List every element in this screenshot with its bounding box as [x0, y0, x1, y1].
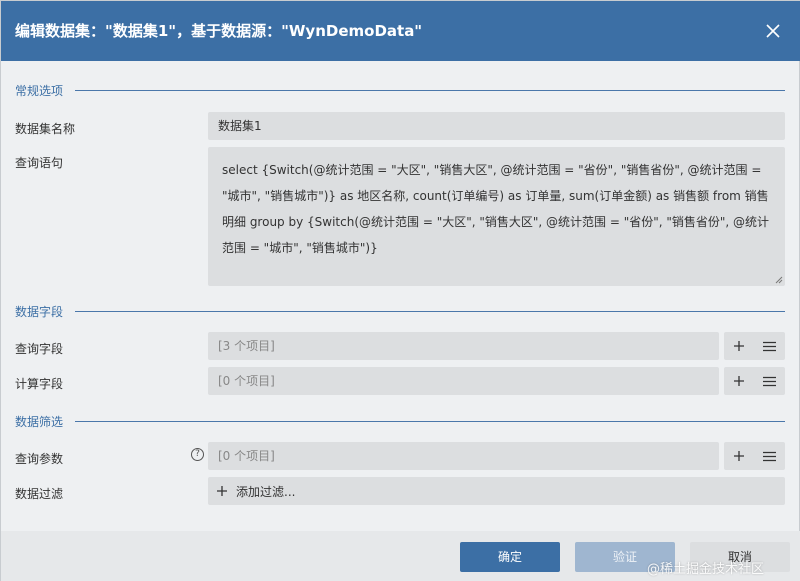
query-params-label: 查询参数: [15, 452, 64, 466]
edit-dataset-dialog: 编辑数据集："数据集1"，基于数据源："WynDemoData" 常规选项 数据…: [0, 0, 800, 581]
menu-icon: [762, 451, 776, 461]
filter-section-title: 数据筛选: [15, 414, 64, 429]
plus-icon: [734, 341, 744, 351]
calc-fields-menu-button[interactable]: [754, 367, 784, 395]
dialog-title: 编辑数据集："数据集1"，基于数据源："WynDemoData": [15, 22, 423, 40]
section-divider: [75, 420, 785, 422]
add-query-param-button[interactable]: [724, 442, 754, 470]
add-query-field-button[interactable]: [724, 332, 754, 360]
calc-fields-label: 计算字段: [15, 377, 64, 391]
fields-section-title: 数据字段: [15, 304, 64, 319]
ok-button[interactable]: 确定: [460, 542, 560, 572]
query-statement-text: select {Switch(@统计范围 = "大区", "销售大区", @统计…: [222, 163, 770, 255]
query-params-actions: [724, 442, 785, 470]
query-fields-list[interactable]: [3 个项目]: [208, 332, 719, 360]
query-fields-menu-button[interactable]: [754, 332, 784, 360]
close-button[interactable]: [763, 21, 783, 41]
plus-icon: [734, 451, 744, 461]
section-divider: [75, 310, 785, 312]
calc-fields-actions: [724, 367, 785, 395]
query-params-list[interactable]: [0 个项目]: [208, 442, 719, 470]
menu-icon: [762, 341, 776, 351]
add-calc-field-button[interactable]: [724, 367, 754, 395]
query-fields-label: 查询字段: [15, 342, 64, 356]
query-statement-label: 查询语句: [15, 156, 64, 170]
calc-fields-list[interactable]: [0 个项目]: [208, 367, 719, 395]
dataset-name-input[interactable]: 数据集1: [208, 112, 785, 140]
close-icon: [766, 24, 780, 38]
dialog-titlebar: 编辑数据集："数据集1"，基于数据源："WynDemoData": [1, 1, 800, 61]
filter-section-header: 数据筛选: [15, 413, 785, 429]
plus-icon: [217, 486, 227, 496]
dialog-footer: [1, 531, 800, 581]
dataset-name-label: 数据集名称: [15, 122, 76, 136]
menu-icon: [762, 376, 776, 386]
data-filter-label: 数据过滤: [15, 487, 64, 501]
add-filter-label: 添加过滤...: [236, 484, 296, 499]
general-section-header: 常规选项: [15, 82, 785, 98]
query-fields-actions: [724, 332, 785, 360]
fields-section-header: 数据字段: [15, 303, 785, 319]
cancel-button[interactable]: 取消: [690, 542, 790, 572]
add-filter-button[interactable]: 添加过滤...: [208, 477, 785, 505]
section-divider: [75, 89, 785, 91]
general-section-title: 常规选项: [15, 83, 64, 98]
query-params-menu-button[interactable]: [754, 442, 784, 470]
help-icon[interactable]: ?: [191, 448, 204, 461]
verify-button[interactable]: 验证: [575, 542, 675, 572]
resize-grip-icon[interactable]: [773, 274, 783, 284]
query-statement-textarea[interactable]: select {Switch(@统计范围 = "大区", "销售大区", @统计…: [208, 147, 785, 286]
plus-icon: [734, 376, 744, 386]
